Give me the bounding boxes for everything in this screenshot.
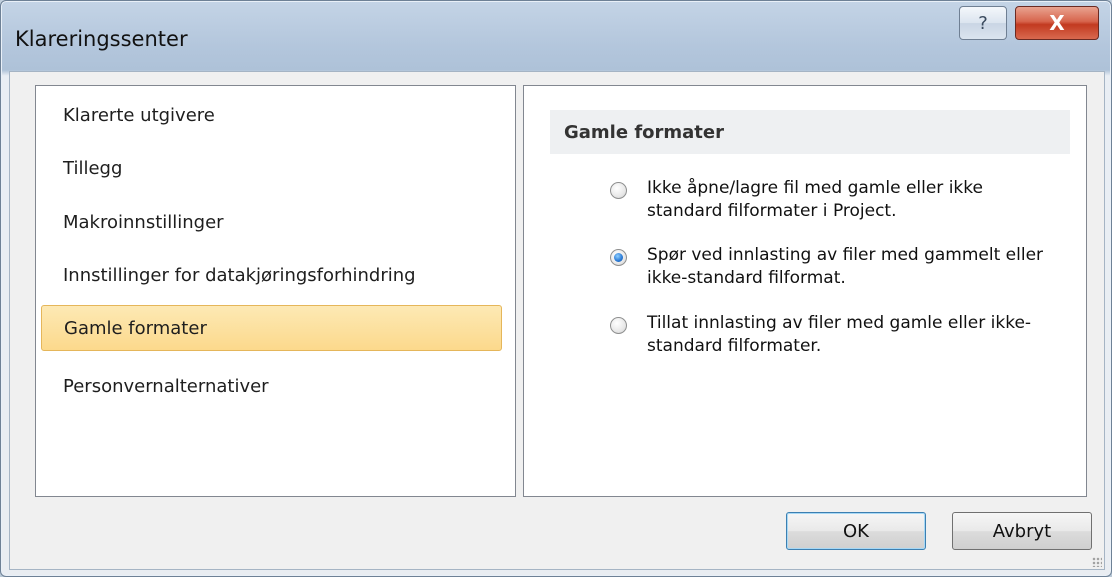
dialog-client-area: Klarerte utgivere Tillegg Makroinnstilli… — [9, 71, 1105, 570]
option-label: Ikke åpne/lagre fil med gamle eller ikke… — [647, 178, 983, 221]
help-icon: ? — [978, 12, 988, 34]
option-label: Tillat innlasting av filer med gamle ell… — [647, 313, 1032, 356]
cancel-button-label: Avbryt — [992, 520, 1052, 542]
dialog-window: Klareringssenter ? X Klarerte utgivere T… — [0, 0, 1112, 577]
option-allow-legacy[interactable]: Tillat innlasting av filer med gamle ell… — [610, 312, 1070, 358]
option-label: Spør ved innlasting av filer med gammelt… — [647, 245, 1044, 288]
radio-button[interactable] — [610, 182, 627, 199]
close-icon: X — [1049, 11, 1065, 35]
nav-item-label: Tillegg — [63, 157, 123, 179]
nav-item-add-ins[interactable]: Tillegg — [41, 145, 502, 191]
nav-item-label: Klarerte utgivere — [63, 104, 215, 126]
nav-item-label: Personvernalternativer — [63, 375, 269, 397]
close-button[interactable]: X — [1015, 6, 1099, 40]
resize-grip-icon[interactable] — [1092, 557, 1102, 567]
nav-item-legacy-formats[interactable]: Gamle formater — [41, 305, 502, 351]
nav-item-data-execution-prevention[interactable]: Innstillinger for datakjøringsforhindrin… — [41, 252, 502, 298]
radio-button[interactable] — [610, 317, 627, 334]
nav-item-privacy-options[interactable]: Personvernalternativer — [41, 363, 502, 409]
nav-item-label: Innstillinger for datakjøringsforhindrin… — [63, 264, 416, 286]
option-prompt-legacy[interactable]: Spør ved innlasting av filer med gammelt… — [610, 244, 1070, 290]
category-list: Klarerte utgivere Tillegg Makroinnstilli… — [35, 85, 516, 497]
radio-button-selected[interactable] — [610, 249, 627, 266]
window-title: Klareringssenter — [15, 27, 188, 51]
ok-button[interactable]: OK — [786, 512, 926, 550]
nav-item-macro-settings[interactable]: Makroinnstillinger — [41, 199, 502, 245]
section-title: Gamle formater — [564, 121, 724, 143]
section-header: Gamle formater — [550, 110, 1070, 154]
ok-button-label: OK — [843, 520, 869, 542]
title-bar[interactable]: Klareringssenter ? X — [1, 1, 1111, 67]
help-button[interactable]: ? — [959, 6, 1007, 40]
nav-item-label: Gamle formater — [64, 317, 207, 339]
nav-item-label: Makroinnstillinger — [63, 211, 224, 233]
cancel-button[interactable]: Avbryt — [952, 512, 1092, 550]
option-block-legacy[interactable]: Ikke åpne/lagre fil med gamle eller ikke… — [610, 177, 1070, 223]
settings-pane: Gamle formater Ikke åpne/lagre fil med g… — [523, 85, 1087, 497]
nav-item-trusted-publishers[interactable]: Klarerte utgivere — [41, 92, 502, 138]
